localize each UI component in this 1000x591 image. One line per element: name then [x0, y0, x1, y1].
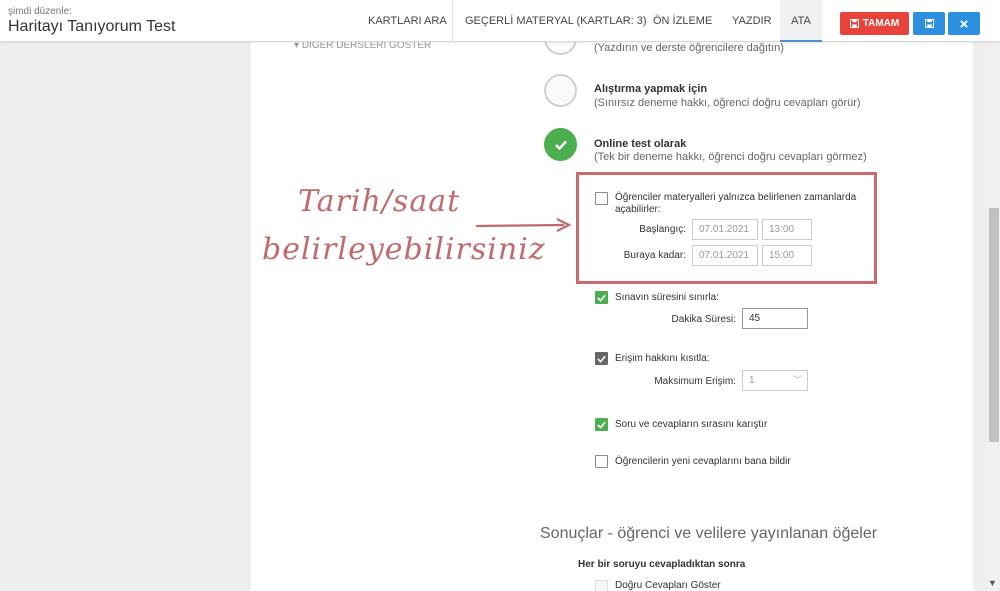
- chevron-down-icon: ﹀: [792, 375, 802, 385]
- tab-preview[interactable]: ÖN İZLEME: [653, 0, 712, 42]
- option-practice-desc: (Sınırsız deneme hakkı, öğrenci doğru ce…: [594, 97, 861, 109]
- ok-button-label: TAMAM: [862, 18, 900, 29]
- minutes-label: Dakika Süresi:: [671, 314, 736, 325]
- duration-label: Sınavın süresini sınırla:: [615, 292, 719, 303]
- option-online-radio[interactable]: [544, 128, 577, 161]
- tab-search-cards[interactable]: KARTLARI ARA: [368, 0, 447, 42]
- check-icon: [597, 294, 606, 302]
- minutes-input[interactable]: 45: [742, 308, 808, 329]
- notify-label: Öğrencilerin yeni cevaplarını bana bildi…: [615, 456, 791, 467]
- show-correct-label: Doğru Cevapları Göster: [615, 580, 721, 591]
- show-correct-checkbox[interactable]: [595, 580, 608, 591]
- document-title: Haritayı Tanıyorum Test: [8, 18, 176, 35]
- ok-button[interactable]: TAMAM: [840, 12, 909, 35]
- shuffle-label: Soru ve cevapların sırasını karıştır: [615, 419, 768, 430]
- close-button[interactable]: [948, 12, 980, 35]
- max-access-label: Maksimum Erişim:: [654, 376, 736, 387]
- annotation-text-line2: belirleyebilirsiniz: [262, 232, 546, 267]
- shuffle-checkbox[interactable]: [595, 418, 608, 431]
- check-icon: [597, 421, 606, 429]
- right-gutter: [973, 42, 987, 591]
- tab-assign[interactable]: ATA: [780, 0, 822, 42]
- save-icon: [849, 19, 859, 28]
- tab-print[interactable]: YAZDIR: [732, 0, 772, 42]
- left-sidebar: [0, 42, 249, 591]
- results-section-title: Sonuçlar - öğrenci ve velilere yayınlana…: [540, 525, 878, 542]
- scroll-down-icon[interactable]: ▼: [988, 578, 997, 588]
- close-icon: [960, 19, 968, 28]
- duration-checkbox[interactable]: [595, 291, 608, 304]
- annotation-highlight-box: [576, 172, 877, 284]
- tab-current-material[interactable]: GEÇERLİ MATERYAL (KARTLAR: 3): [452, 0, 647, 42]
- top-bar: şimdi düzenle: Haritayı Tanıyorum Test K…: [0, 0, 1000, 42]
- check-icon: [597, 355, 606, 363]
- notify-checkbox[interactable]: [595, 455, 608, 468]
- access-checkbox[interactable]: [595, 352, 608, 365]
- option-practice-title: Alıştırma yapmak için: [594, 83, 708, 95]
- results-subtitle: Her bir soruyu cevapladıktan sonra: [578, 559, 746, 570]
- main-content: [249, 42, 973, 591]
- save-button[interactable]: [913, 12, 945, 35]
- option-online-desc: (Tek bir deneme hakkı, öğrenci doğru cev…: [594, 151, 867, 163]
- max-access-select[interactable]: 1 ﹀: [742, 370, 808, 391]
- annotation-arrow-icon: [475, 218, 572, 232]
- option-print-desc: (Yazdırın ve derste öğrencilere dağıtın): [594, 42, 784, 54]
- save-icon: [924, 19, 934, 28]
- option-online-title: Online test olarak: [594, 138, 687, 150]
- check-icon: [554, 140, 567, 150]
- option-practice-radio[interactable]: [544, 74, 577, 107]
- access-label: Erişim hakkını kısıtla:: [615, 353, 710, 364]
- annotation-text-line1: Tarih/saat: [298, 184, 461, 219]
- scrollbar-thumb[interactable]: [989, 208, 999, 442]
- max-access-value: 1: [749, 375, 755, 386]
- editing-label: şimdi düzenle:: [8, 6, 72, 17]
